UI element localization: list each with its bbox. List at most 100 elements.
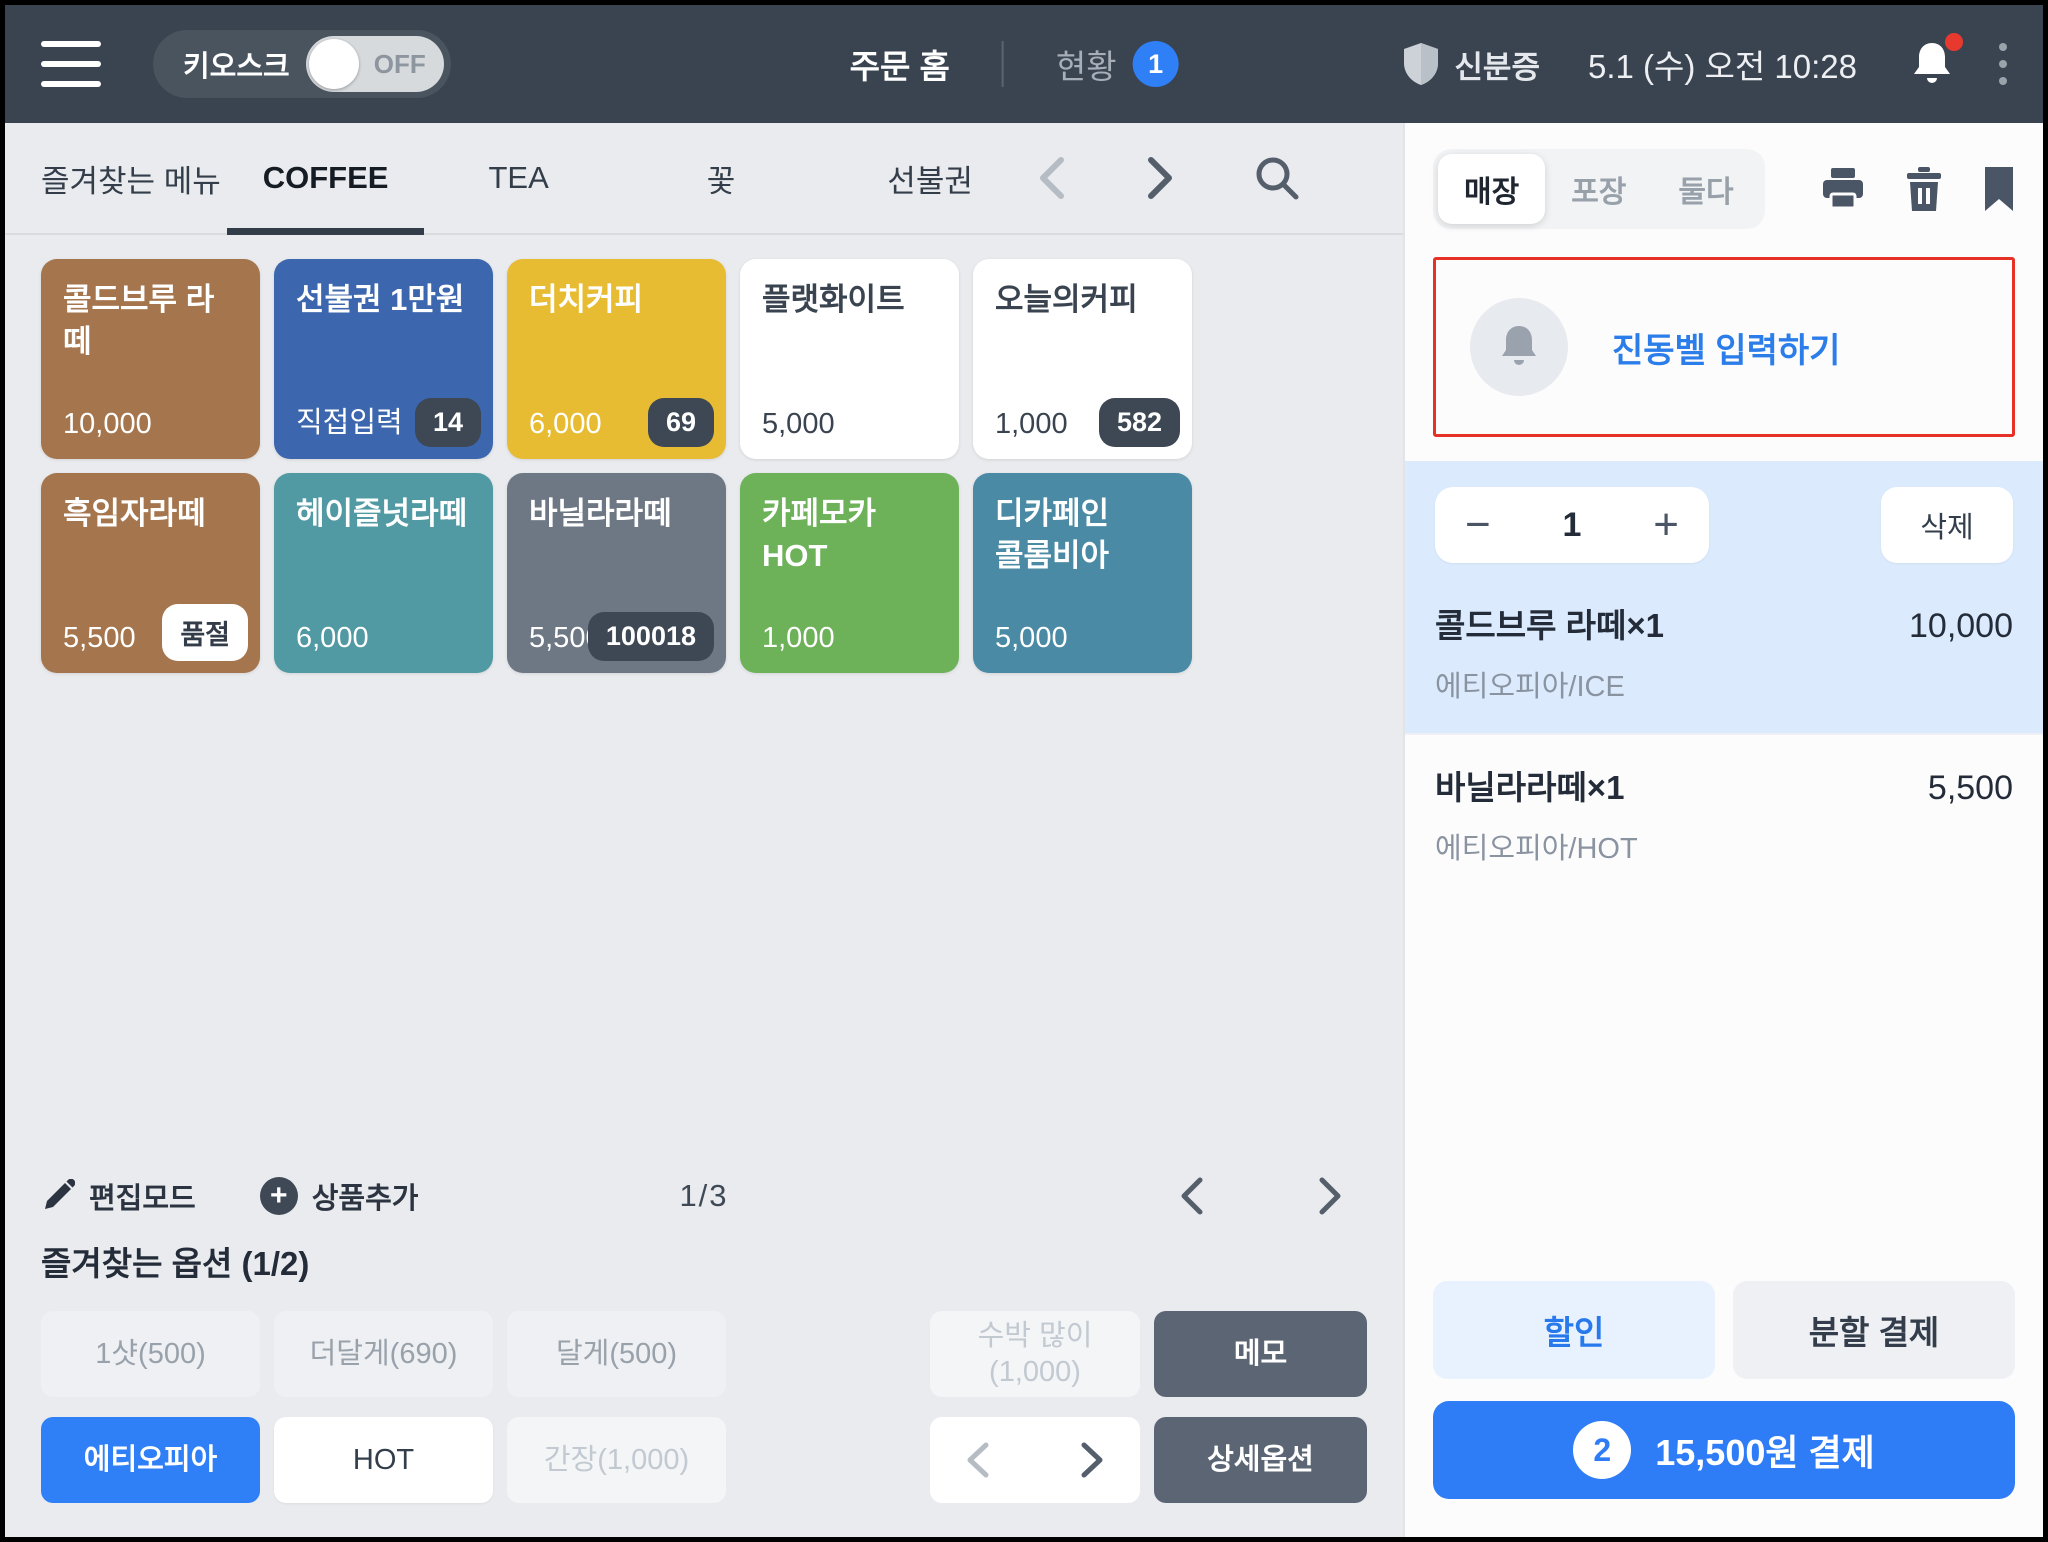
id-label: 신분증 — [1454, 42, 1540, 87]
tab-tea[interactable]: TEA — [488, 123, 548, 233]
topbar-right: 신분증 5.1 (수) 오전 10:28 — [1402, 39, 2007, 89]
pos-app: 키오스크 OFF 주문 홈 현황 1 신분증 5.1 (수) 오전 10:28 — [0, 0, 2048, 1542]
notification-bell-icon[interactable] — [1909, 39, 1955, 89]
quantity-value: 1 — [1563, 506, 1582, 545]
nav-status[interactable]: 현황 — [1056, 40, 1117, 88]
tab-coffee[interactable]: COFFEE — [263, 123, 389, 233]
product-tile[interactable]: 헤이즐넛라떼 6,000 — [274, 473, 493, 673]
product-price: 6,000 — [529, 408, 602, 441]
grid-prev-icon[interactable] — [1179, 1176, 1205, 1216]
tab-flower[interactable]: 꽃 — [707, 123, 736, 233]
tabs-next-icon[interactable] — [1145, 156, 1175, 200]
delete-item-button[interactable]: 삭제 — [1881, 487, 2013, 563]
discount-button[interactable]: 할인 — [1433, 1281, 1715, 1379]
bookmark-icon[interactable] — [1983, 167, 2015, 211]
cart-list: − 1 + 삭제 콜드브루 라떼×1 10,000 에티오피아/ICE 바닐 — [1405, 461, 2043, 895]
buzzer-input-button[interactable]: 진동벨 입력하기 — [1433, 257, 2015, 437]
option-shot-button[interactable]: 1샷(500) — [41, 1311, 260, 1397]
add-product-button[interactable]: + 상품추가 — [260, 1175, 419, 1217]
tab-favorites[interactable]: 즐겨찾는 메뉴 — [41, 123, 221, 233]
item-price: 10,000 — [1909, 607, 2013, 646]
cart-panel: 매장 포장 둘다 — [1403, 123, 2043, 1537]
edit-mode-button[interactable]: 편집모드 — [41, 1175, 196, 1217]
pay-button[interactable]: 2 15,500원 결제 — [1433, 1401, 2015, 1499]
product-tile[interactable]: 플랫화이트 5,000 — [740, 259, 959, 459]
product-tile[interactable]: 바닐라라떼 5,500 100018 — [507, 473, 726, 673]
product-tile[interactable]: 콜드브루 라떼 10,000 — [41, 259, 260, 459]
cart-actions: 할인 분할 결제 — [1433, 1281, 2015, 1379]
product-name: 콜드브루 라떼 — [63, 279, 238, 363]
kiosk-toggle-group: 키오스크 OFF — [153, 30, 451, 98]
pay-label: 15,500원 결제 — [1655, 1424, 1874, 1476]
cart-item-selected[interactable]: − 1 + 삭제 콜드브루 라떼×1 10,000 에티오피아/ICE — [1405, 461, 2043, 733]
cart-header: 매장 포장 둘다 — [1433, 149, 2015, 229]
cart-item[interactable]: 바닐라라떼×1 5,500 에티오피아/HOT — [1405, 733, 2043, 895]
plus-button[interactable]: + — [1653, 503, 1679, 547]
item-title-row: 바닐라라떼×1 5,500 — [1435, 761, 2013, 809]
hamburger-menu-icon[interactable] — [41, 41, 101, 87]
plus-circle-icon: + — [260, 1177, 298, 1215]
product-count-badge: 582 — [1099, 398, 1180, 447]
product-count-badge: 69 — [648, 398, 714, 447]
product-price: 10,000 — [63, 408, 152, 441]
grid-pager: 편집모드 + 상품추가 1/3 — [41, 1175, 1367, 1217]
id-check-button[interactable]: 신분증 — [1402, 42, 1540, 87]
options-prev-icon[interactable] — [966, 1441, 990, 1479]
item-price: 5,500 — [1928, 769, 2013, 808]
item-option: 에티오피아/ICE — [1435, 663, 2013, 705]
option-watermelon-button[interactable]: 수박 많이 (1,000) — [930, 1311, 1140, 1397]
option-hot-button[interactable]: HOT — [274, 1417, 493, 1503]
product-grid: 콜드브루 라떼 10,000 선불권 1만원 직접입력 14 더치커피 6,00… — [41, 259, 1367, 673]
option-sweeter-button[interactable]: 더달게(690) — [274, 1311, 493, 1397]
channel-both-tab[interactable]: 둘다 — [1652, 154, 1759, 224]
split-payment-button[interactable]: 분할 결제 — [1733, 1281, 2015, 1379]
nav-order-home[interactable]: 주문 홈 — [850, 40, 950, 88]
pay-count-badge: 2 — [1573, 1421, 1631, 1479]
options-row-1: 1샷(500) 더달게(690) 달게(500) 수박 많이 (1,000) 메… — [41, 1311, 1367, 1397]
product-price: 직접입력 — [296, 399, 403, 441]
product-tile[interactable]: 카페모카 HOT 1,000 — [740, 473, 959, 673]
tab-nav — [1037, 154, 1367, 202]
options-title: 즐겨찾는 옵션 (1/2) — [41, 1237, 1367, 1285]
detail-options-button[interactable]: 상세옵션 — [1154, 1417, 1367, 1503]
option-soy-button[interactable]: 간장(1,000) — [507, 1417, 726, 1503]
product-tile[interactable]: 디카페인 콜롬비아 5,000 — [973, 473, 1192, 673]
trash-icon[interactable] — [1905, 167, 1943, 211]
product-tile[interactable]: 오늘의커피 1,000 582 — [973, 259, 1192, 459]
kebab-menu-icon[interactable] — [1999, 43, 2007, 85]
option-ethiopia-button[interactable]: 에티오피아 — [41, 1417, 260, 1503]
channel-store-tab[interactable]: 매장 — [1438, 154, 1545, 224]
shield-icon — [1402, 42, 1440, 86]
quantity-stepper: − 1 + — [1435, 487, 1709, 563]
main: 즐겨찾는 메뉴 COFFEE TEA 꽃 선불권 — [5, 123, 2043, 1537]
search-icon[interactable] — [1253, 154, 1301, 202]
options-row-2: 에티오피아 HOT 간장(1,000) 상세옵션 — [41, 1417, 1367, 1503]
product-name: 흑임자라떼 — [63, 493, 238, 535]
kiosk-state-label: OFF — [374, 49, 426, 80]
minus-button[interactable]: − — [1465, 503, 1491, 547]
memo-button[interactable]: 메모 — [1154, 1311, 1367, 1397]
grid-pager-nav — [1179, 1176, 1367, 1216]
kiosk-toggle[interactable]: OFF — [306, 36, 444, 92]
grid-next-icon[interactable] — [1317, 1176, 1343, 1216]
tab-voucher[interactable]: 선불권 — [887, 123, 973, 233]
product-name: 바닐라라떼 — [529, 493, 704, 535]
pencil-icon — [41, 1179, 75, 1213]
datetime-label: 5.1 (수) 오전 10:28 — [1588, 40, 1857, 88]
options-next-icon[interactable] — [1080, 1441, 1104, 1479]
kiosk-label: 키오스크 — [183, 43, 290, 85]
product-tile[interactable]: 더치커피 6,000 69 — [507, 259, 726, 459]
buzzer-avatar — [1470, 298, 1568, 396]
item-title-row: 콜드브루 라떼×1 10,000 — [1435, 599, 2013, 647]
product-name: 오늘의커피 — [995, 279, 1170, 321]
options-pager — [930, 1417, 1140, 1503]
product-tile[interactable]: 선불권 1만원 직접입력 14 — [274, 259, 493, 459]
category-tabs: 즐겨찾는 메뉴 COFFEE TEA 꽃 선불권 — [5, 123, 1403, 235]
tabs-prev-icon[interactable] — [1037, 156, 1067, 200]
product-tile[interactable]: 흑임자라떼 5,500 품절 — [41, 473, 260, 673]
print-icon[interactable] — [1821, 168, 1865, 210]
cart-icons — [1821, 167, 2015, 211]
option-sweet-button[interactable]: 달게(500) — [507, 1311, 726, 1397]
toggle-knob — [309, 39, 359, 89]
channel-takeout-tab[interactable]: 포장 — [1545, 154, 1652, 224]
